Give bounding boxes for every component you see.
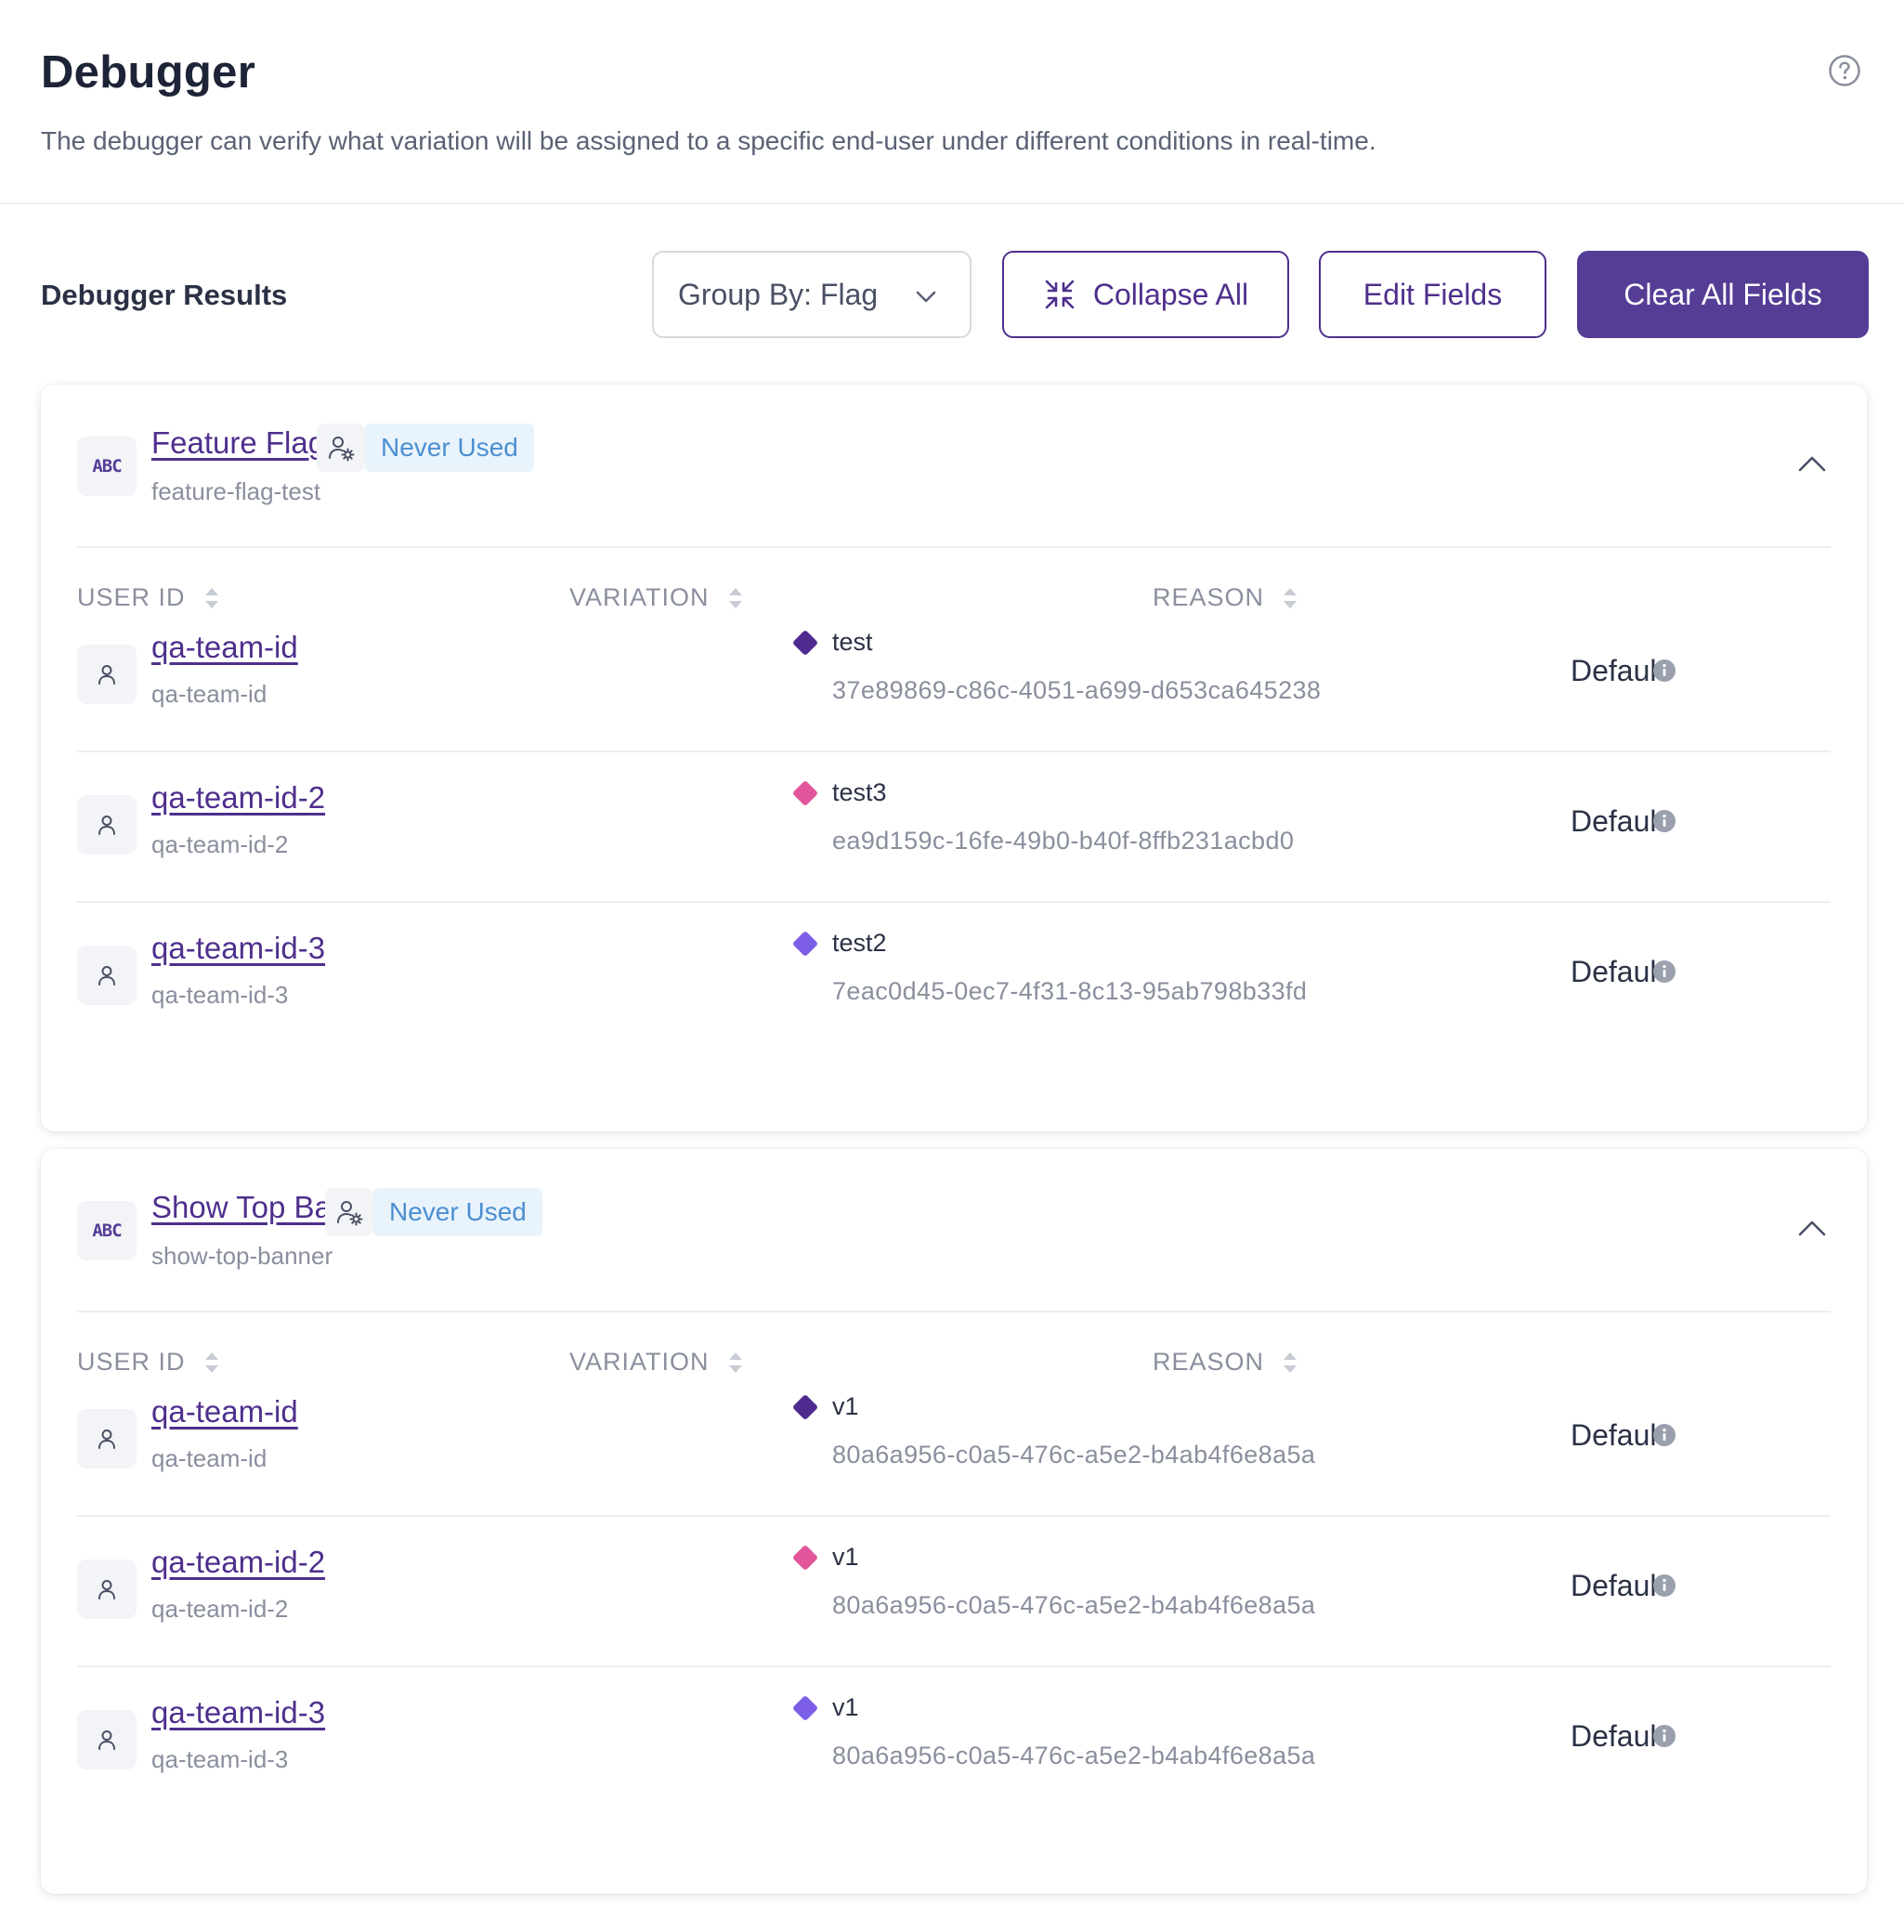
variation-id: 80a6a956-c0a5-476c-a5e2-b4ab4f6e8a5a xyxy=(832,1441,1316,1469)
variation-name: v1 xyxy=(832,1543,859,1571)
flag-card-feature-flag-test: ABC Feature Flag Test feature-flag-test … xyxy=(41,385,1867,1131)
flag-type-badge: ABC xyxy=(77,437,137,496)
variation-color-swatch xyxy=(791,1393,819,1421)
info-icon[interactable] xyxy=(1652,959,1676,984)
status-badge: Never Used xyxy=(373,1188,542,1236)
collapse-all-button[interactable]: Collapse All xyxy=(1002,251,1289,338)
info-icon[interactable] xyxy=(1652,1724,1676,1748)
user-key: qa-team-id-3 xyxy=(151,981,289,1009)
info-icon[interactable] xyxy=(1652,659,1676,683)
table-row: qa-team-id-2 qa-team-id-2 v1 80a6a956-c0… xyxy=(77,1517,1831,1667)
variation-color-swatch xyxy=(791,779,819,807)
info-icon[interactable] xyxy=(1652,809,1676,833)
group-by-label: Group By: Flag xyxy=(678,277,879,311)
chevron-up-icon[interactable] xyxy=(1794,450,1830,476)
collapse-all-label: Collapse All xyxy=(1092,277,1249,311)
variation-name: test xyxy=(832,628,873,656)
user-id-link[interactable]: qa-team-id-2 xyxy=(151,1545,325,1580)
user-id-link[interactable]: qa-team-id-3 xyxy=(151,931,325,966)
divider xyxy=(77,546,1831,548)
user-avatar xyxy=(77,1409,137,1469)
variation-color-swatch xyxy=(791,930,819,958)
variation-id: 80a6a956-c0a5-476c-a5e2-b4ab4f6e8a5a xyxy=(832,1742,1316,1769)
group-by-select[interactable]: Group By: Flag xyxy=(652,251,972,338)
variation-id: 80a6a956-c0a5-476c-a5e2-b4ab4f6e8a5a xyxy=(832,1591,1316,1619)
variation-name: v1 xyxy=(832,1693,859,1721)
reason-text: Default xyxy=(1571,1418,1665,1452)
user-icon xyxy=(98,1429,115,1449)
user-id-link[interactable]: qa-team-id-3 xyxy=(151,1695,325,1730)
flag-type-badge: ABC xyxy=(77,1201,137,1260)
flag-key: show-top-banner xyxy=(151,1242,333,1270)
user-key: qa-team-id-3 xyxy=(151,1745,289,1773)
user-key: qa-team-id xyxy=(151,680,267,708)
variation-id: 7eac0d45-0ec7-4f31-8c13-95ab798b33fd xyxy=(832,977,1308,1005)
variation-id: ea9d159c-16fe-49b0-b40f-8ffb231acbd0 xyxy=(832,827,1295,855)
info-icon[interactable] xyxy=(1652,1573,1676,1598)
page-description: The debugger can verify what variation w… xyxy=(41,126,1376,155)
reason-text: Default xyxy=(1571,955,1665,988)
user-avatar xyxy=(77,946,137,1005)
variation-name: test2 xyxy=(832,929,887,957)
user-gear-icon xyxy=(337,1201,363,1226)
user-avatar xyxy=(77,1560,137,1619)
user-key: qa-team-id xyxy=(151,1444,267,1472)
chevron-up-icon[interactable] xyxy=(1794,1214,1830,1240)
user-avatar xyxy=(77,645,137,704)
user-key: qa-team-id-2 xyxy=(151,1595,289,1623)
table-row: qa-team-id-2 qa-team-id-2 test3 ea9d159c… xyxy=(77,752,1831,903)
reason-text: Default xyxy=(1571,654,1665,687)
user-icon xyxy=(98,1730,115,1750)
divider xyxy=(77,1311,1831,1312)
targeting-icon[interactable] xyxy=(325,1188,373,1236)
user-icon xyxy=(98,665,115,685)
user-key: qa-team-id-2 xyxy=(151,830,289,858)
flag-card-show-top-banner: ABC Show Top Banner show-top-banner Neve… xyxy=(41,1149,1867,1894)
flag-key: feature-flag-test xyxy=(151,477,321,505)
reason-text: Default xyxy=(1571,1719,1665,1753)
variation-color-swatch xyxy=(791,1544,819,1572)
chevron-down-icon xyxy=(916,291,936,303)
user-id-link[interactable]: qa-team-id xyxy=(151,1394,298,1429)
variation-name: test3 xyxy=(832,778,887,806)
clear-all-fields-button[interactable]: Clear All Fields xyxy=(1577,251,1869,338)
user-icon xyxy=(98,966,115,986)
user-gear-icon xyxy=(329,437,355,462)
user-id-link[interactable]: qa-team-id xyxy=(151,630,298,665)
status-badge: Never Used xyxy=(365,424,534,472)
variation-name: v1 xyxy=(832,1392,859,1420)
variation-id: 37e89869-c86c-4051-a699-d653ca645238 xyxy=(832,676,1322,704)
help-icon[interactable] xyxy=(1828,54,1861,87)
user-avatar xyxy=(77,1710,137,1769)
user-id-link[interactable]: qa-team-id-2 xyxy=(151,780,325,816)
edit-fields-button[interactable]: Edit Fields xyxy=(1319,251,1546,338)
variation-color-swatch xyxy=(791,1694,819,1722)
user-icon xyxy=(98,1580,115,1599)
table-row: qa-team-id qa-team-id v1 80a6a956-c0a5-4… xyxy=(77,1366,1831,1517)
reason-text: Default xyxy=(1571,1569,1665,1602)
targeting-icon[interactable] xyxy=(317,424,365,472)
debugger-results-title: Debugger Results xyxy=(41,279,288,311)
table-row: qa-team-id-3 qa-team-id-3 test2 7eac0d45… xyxy=(77,903,1831,1053)
variation-color-swatch xyxy=(791,629,819,657)
edit-fields-label: Edit Fields xyxy=(1363,277,1503,311)
user-avatar xyxy=(77,795,137,855)
page-title: Debugger xyxy=(41,47,256,98)
reason-text: Default xyxy=(1571,804,1665,838)
collapse-icon xyxy=(1045,280,1075,309)
table-row: qa-team-id qa-team-id test 37e89869-c86c… xyxy=(77,602,1831,752)
info-icon[interactable] xyxy=(1652,1423,1676,1447)
page-header: Debugger The debugger can verify what va… xyxy=(0,0,1904,204)
table-row: qa-team-id-3 qa-team-id-3 v1 80a6a956-c0… xyxy=(77,1667,1831,1818)
clear-all-fields-label: Clear All Fields xyxy=(1624,277,1822,311)
user-icon xyxy=(98,816,115,835)
